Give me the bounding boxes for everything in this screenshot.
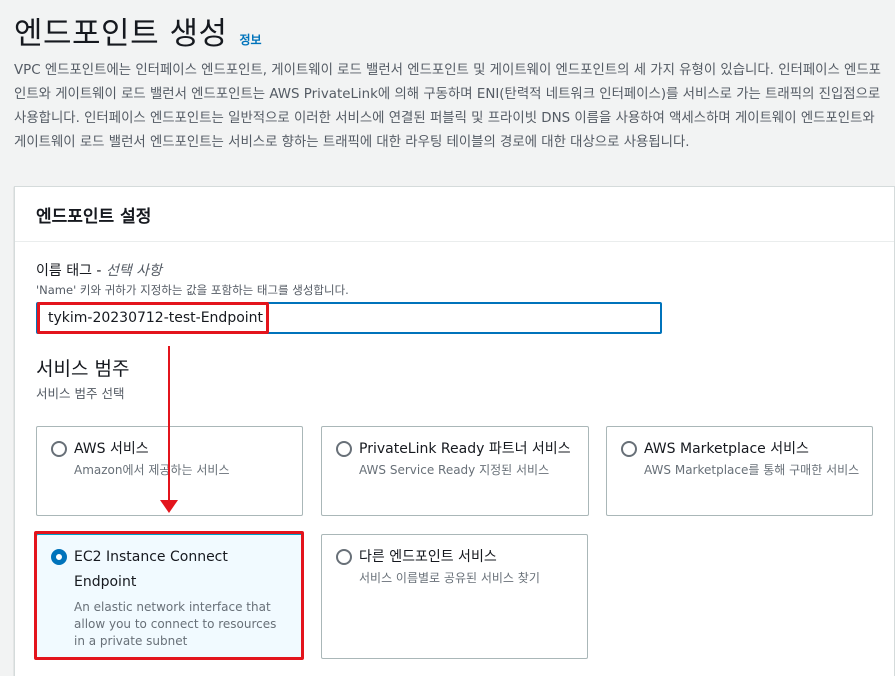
name-tag-label: 이름 태그 - 선택 사항 xyxy=(36,260,162,280)
radio-other-endpoint-services[interactable] xyxy=(336,549,352,565)
radio-privatelink-partner[interactable] xyxy=(336,441,352,457)
tile-title: 다른 엔드포인트 서비스 xyxy=(359,549,497,565)
info-link[interactable]: 정보 xyxy=(240,31,262,48)
tile-privatelink-partner[interactable]: PrivateLink Ready 파트너 서비스 AWS Service Re… xyxy=(321,426,589,516)
radio-aws-services[interactable] xyxy=(51,441,67,457)
tile-description: Amazon에서 제공하는 서비스 xyxy=(74,463,230,477)
tile-aws-marketplace[interactable]: AWS Marketplace 서비스 AWS Marketplace를 통해 … xyxy=(606,426,873,516)
name-tag-label-text: 이름 태그 - xyxy=(36,263,106,279)
title-row: 엔드포인트 생성 정보 xyxy=(14,8,892,53)
tile-title: AWS Marketplace 서비스 xyxy=(644,441,809,457)
name-tag-input[interactable] xyxy=(36,302,662,334)
tile-ec2-instance-connect[interactable]: EC2 Instance Connect Endpoint An elastic… xyxy=(36,534,303,659)
tile-title: EC2 Instance Connect Endpoint xyxy=(74,549,228,590)
container-header: 엔드포인트 설정 xyxy=(15,187,894,242)
tile-description: AWS Marketplace를 통해 구매한 서비스 xyxy=(644,463,860,477)
service-category-description: 서비스 범주 선택 xyxy=(36,386,125,401)
service-category-title: 서비스 범주 xyxy=(36,358,130,380)
tile-aws-services[interactable]: AWS 서비스 Amazon에서 제공하는 서비스 xyxy=(36,426,303,516)
optional-label: 선택 사항 xyxy=(105,263,162,279)
name-tag-description: 'Name' 키와 귀하가 지정하는 값을 포함하는 태그를 생성합니다. xyxy=(36,283,349,297)
tile-other-endpoint-services[interactable]: 다른 엔드포인트 서비스 서비스 이름별로 공유된 서비스 찾기 xyxy=(321,534,588,659)
endpoint-settings-container: 엔드포인트 설정 이름 태그 - 선택 사항 'Name' 키와 귀하가 지정하… xyxy=(14,186,895,676)
tile-title: AWS 서비스 xyxy=(74,441,149,457)
tile-description: 서비스 이름별로 공유된 서비스 찾기 xyxy=(359,571,540,585)
radio-ec2-instance-connect[interactable] xyxy=(51,549,67,565)
page-header: 엔드포인트 생성 정보 VPC 엔드포인트에는 인터페이스 엔드포인트, 게이트… xyxy=(14,8,892,155)
tile-description: An elastic network interface that allow … xyxy=(74,600,277,648)
page-title: 엔드포인트 생성 xyxy=(14,16,228,52)
page-description: VPC 엔드포인트에는 인터페이스 엔드포인트, 게이트웨이 로드 밸런서 엔드… xyxy=(14,63,881,150)
tile-title: PrivateLink Ready 파트너 서비스 xyxy=(359,441,571,457)
radio-aws-marketplace[interactable] xyxy=(621,441,637,457)
container-title: 엔드포인트 설정 xyxy=(36,207,152,227)
tile-description: AWS Service Ready 지정된 서비스 xyxy=(359,463,550,477)
